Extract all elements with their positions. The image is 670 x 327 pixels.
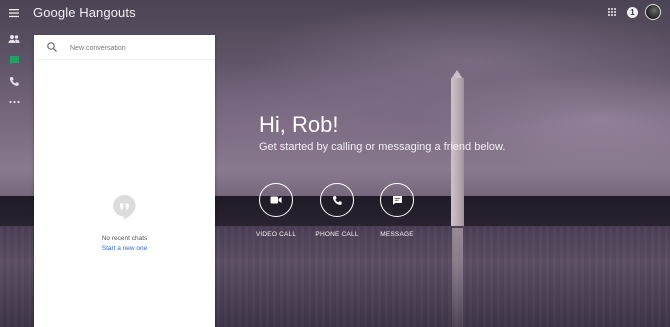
avatar[interactable] [645, 4, 661, 20]
video-icon [270, 196, 282, 204]
message-button[interactable] [380, 183, 414, 217]
contacts-icon [8, 35, 20, 43]
phone-icon [332, 195, 342, 205]
search-row [34, 35, 215, 60]
greeting: Hi, Rob! [259, 112, 339, 137]
chat-icon [9, 55, 19, 65]
greeting-subtitle: Get started by calling or messaging a fr… [259, 141, 506, 153]
more-button[interactable] [7, 95, 21, 109]
conversation-panel: No recent chats Start a new one [34, 35, 215, 327]
phone-icon [9, 76, 19, 86]
phone-call-button[interactable] [320, 183, 354, 217]
app-title: Google Hangouts [33, 5, 136, 20]
start-new-chat-link[interactable]: Start a new one [34, 245, 215, 252]
search-icon [47, 42, 57, 52]
chat-bubble-icon [113, 195, 136, 220]
phone-call-label: PHONE CALL [315, 231, 359, 238]
contacts-button[interactable] [7, 32, 21, 46]
new-conversation-input[interactable] [68, 39, 212, 57]
video-call-button[interactable] [259, 183, 293, 217]
video-call-label: VIDEO CALL [255, 231, 297, 238]
chats-button[interactable] [7, 53, 21, 67]
notification-badge[interactable]: 1 [627, 7, 638, 18]
message-icon [392, 195, 402, 205]
side-rail [0, 0, 28, 327]
phone-calls-button[interactable] [7, 74, 21, 88]
top-bar: Google Hangouts 1 [0, 0, 670, 28]
message-label: MESSAGE [380, 231, 414, 238]
no-chats-text: No recent chats [101, 235, 148, 242]
more-icon [8, 100, 20, 104]
monument-reflection [452, 228, 463, 327]
apps-grid-icon[interactable] [608, 8, 617, 17]
